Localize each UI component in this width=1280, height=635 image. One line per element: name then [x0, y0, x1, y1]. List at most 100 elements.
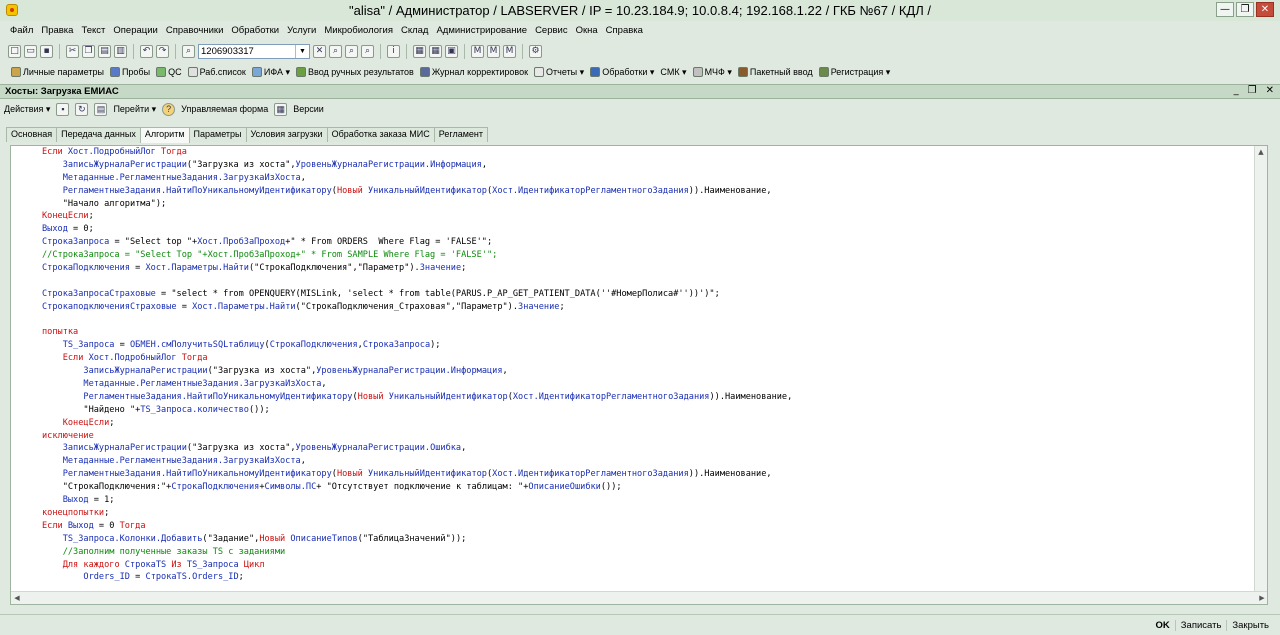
menu-processing[interactable]: Обработки — [227, 25, 283, 36]
close-button[interactable]: ✕ — [1256, 2, 1274, 17]
settings-icon[interactable]: ⚙ — [529, 44, 542, 58]
code-text[interactable]: Если Хост.ПодробныйЛог Тогда ЗаписьЖурна… — [42, 146, 1252, 584]
toolbar-ifa[interactable]: ИФА ▾ — [249, 67, 293, 78]
horizontal-scrollbar[interactable]: ◀ ▶ — [11, 591, 1267, 604]
form-minimize-button[interactable]: _ — [1234, 85, 1239, 96]
redo-icon[interactable]: ↷ — [156, 44, 169, 58]
code-line[interactable]: ЗаписьЖурналаРегистрации("Загрузка из хо… — [42, 159, 1252, 172]
memory-sub-icon[interactable]: M — [503, 44, 516, 58]
find-next-icon[interactable]: ⌕ — [329, 44, 342, 58]
table-icon[interactable]: ▦ — [429, 44, 442, 58]
cut-icon[interactable]: ✂ — [66, 44, 79, 58]
save-icon[interactable]: ▪ — [56, 102, 70, 116]
memory-add-icon[interactable]: M — [487, 44, 500, 58]
menu-microbiology[interactable]: Микробиология — [320, 25, 397, 36]
tab-algorithm[interactable]: Алгоритм — [139, 127, 190, 143]
scroll-left-icon[interactable]: ◀ — [11, 592, 23, 604]
code-line[interactable]: Если Хост.ПодробныйЛог Тогда — [42, 146, 1252, 159]
menu-services[interactable]: Услуги — [283, 25, 320, 36]
menu-windows[interactable]: Окна — [572, 25, 602, 36]
calendar-icon[interactable]: ▦ — [413, 44, 426, 58]
minimize-button[interactable]: — — [1216, 2, 1234, 17]
toolbar-samples[interactable]: Пробы — [107, 67, 153, 77]
close-form-button[interactable]: Закрыть — [1226, 619, 1274, 631]
versions-icon[interactable]: ▦ — [274, 102, 288, 116]
code-line[interactable]: Выход = 0; — [42, 223, 1252, 236]
code-line[interactable] — [42, 275, 1252, 288]
code-editor[interactable]: Если Хост.ПодробныйЛог Тогда ЗаписьЖурна… — [10, 145, 1268, 605]
code-line[interactable]: TS_Запроса.Колонки.Добавить("Задание",Но… — [42, 533, 1252, 546]
code-line[interactable] — [42, 314, 1252, 327]
memory-icon[interactable]: M — [471, 44, 484, 58]
refresh-icon[interactable]: ↻ — [75, 102, 89, 116]
find-all-icon[interactable]: ⌕ — [361, 44, 374, 58]
calculator-icon[interactable]: ▣ — [445, 44, 458, 58]
tab-load-conditions[interactable]: Условия загрузки — [245, 127, 328, 142]
toolbar-corrections-log[interactable]: Журнал корректировок — [417, 67, 531, 77]
undo-icon[interactable]: ↶ — [140, 44, 153, 58]
code-line[interactable]: Для каждого СтрокаTS Из TS_Запроса Цикл — [42, 559, 1252, 572]
search-icon[interactable]: ⌕ — [182, 44, 195, 58]
toolbar-batch-input[interactable]: Пакетный ввод — [735, 67, 816, 77]
chevron-down-icon[interactable]: ▼ — [295, 44, 309, 58]
code-line[interactable]: "Найдено "+TS_Запроса.количество()); — [42, 404, 1252, 417]
code-line[interactable]: РегламентныеЗадания.НайтиПоУникальномуИд… — [42, 468, 1252, 481]
menu-warehouse[interactable]: Склад — [397, 25, 433, 36]
code-line[interactable]: СтрокаподключенияСтраховые = Хост.Параме… — [42, 301, 1252, 314]
scroll-up-icon[interactable]: ▲ — [1255, 146, 1267, 158]
code-line[interactable]: "Начало алгоритма"); — [42, 198, 1252, 211]
toolbar-qc[interactable]: QC — [153, 67, 185, 77]
code-line[interactable]: попытка — [42, 326, 1252, 339]
maximize-button[interactable]: ❐ — [1236, 2, 1254, 17]
copy-icon[interactable]: ❐ — [82, 44, 95, 58]
scroll-right-icon[interactable]: ▶ — [1256, 592, 1267, 604]
code-line[interactable]: //СтрокаЗапроса = "Select Top "+Хост.Про… — [42, 249, 1252, 262]
code-line[interactable]: Выход = 1; — [42, 494, 1252, 507]
menu-file[interactable]: Файл — [6, 25, 37, 36]
menu-operations[interactable]: Операции — [109, 25, 161, 36]
find-prev-icon[interactable]: ⌕ — [345, 44, 358, 58]
print-icon[interactable]: ▥ — [114, 44, 127, 58]
clear-search-icon[interactable]: ✕ — [313, 44, 326, 58]
help-icon[interactable]: ? — [162, 102, 176, 116]
code-line[interactable]: ЗаписьЖурналаРегистрации("Загрузка из хо… — [42, 442, 1252, 455]
open-folder-icon[interactable]: ▭ — [24, 44, 37, 58]
code-line[interactable]: РегламентныеЗадания.НайтиПоУникальномуИд… — [42, 185, 1252, 198]
form-icon[interactable]: ▤ — [94, 102, 108, 116]
code-line[interactable]: ЗаписьЖурналаРегистрации("Загрузка из хо… — [42, 365, 1252, 378]
tab-parameters[interactable]: Параметры — [188, 127, 247, 142]
toolbar-processing[interactable]: Обработки ▾ — [587, 67, 657, 78]
tab-data-transfer[interactable]: Передача данных — [56, 127, 141, 142]
toolbar-manual-results[interactable]: Ввод ручных результатов — [293, 67, 417, 77]
save-icon[interactable]: ▪ — [40, 44, 53, 58]
tab-main[interactable]: Основная — [6, 127, 58, 142]
code-line[interactable]: СтрокаЗапроса = "Select top "+Хост.ПробЗ… — [42, 236, 1252, 249]
actions-menu-button[interactable]: Действия ▾ — [4, 104, 50, 115]
versions-button[interactable]: Версии — [293, 104, 324, 114]
code-line[interactable]: "СтрокаПодключения:"+СтрокаПодключения+С… — [42, 481, 1252, 494]
code-line[interactable]: конецпопытки; — [42, 507, 1252, 520]
code-line[interactable]: КонецЕсли; — [42, 210, 1252, 223]
save-button[interactable]: Записать — [1174, 619, 1227, 631]
menu-service[interactable]: Сервис — [531, 25, 572, 36]
paste-icon[interactable]: ▤ — [98, 44, 111, 58]
search-input[interactable] — [199, 44, 295, 58]
toolbar-smk[interactable]: СМК ▾ — [657, 67, 689, 78]
code-line[interactable]: Метаданные.РегламентныеЗадания.ЗагрузкаИ… — [42, 378, 1252, 391]
menu-catalogs[interactable]: Справочники — [162, 25, 228, 36]
menu-text[interactable]: Текст — [77, 25, 109, 36]
vertical-scrollbar[interactable]: ▲ — [1254, 146, 1267, 592]
toolbar-worklist[interactable]: Раб.список — [185, 67, 249, 77]
code-line[interactable]: Если Хост.ПодробныйЛог Тогда — [42, 352, 1252, 365]
goto-menu-button[interactable]: Перейти ▾ — [113, 104, 156, 115]
toolbar-personal-settings[interactable]: Личные параметры — [8, 67, 107, 77]
toolbar-mchf[interactable]: МЧФ ▾ — [690, 67, 735, 78]
info-icon[interactable]: i — [387, 44, 400, 58]
menu-edit[interactable]: Правка — [37, 25, 77, 36]
code-line[interactable]: КонецЕсли; — [42, 417, 1252, 430]
new-document-icon[interactable]: □ — [8, 44, 21, 58]
code-line[interactable]: исключение — [42, 430, 1252, 443]
code-line[interactable]: Если Выход = 0 Тогда — [42, 520, 1252, 533]
code-line[interactable]: СтрокаПодключения = Хост.Параметры.Найти… — [42, 262, 1252, 275]
search-combo[interactable]: ▼ — [198, 43, 310, 59]
